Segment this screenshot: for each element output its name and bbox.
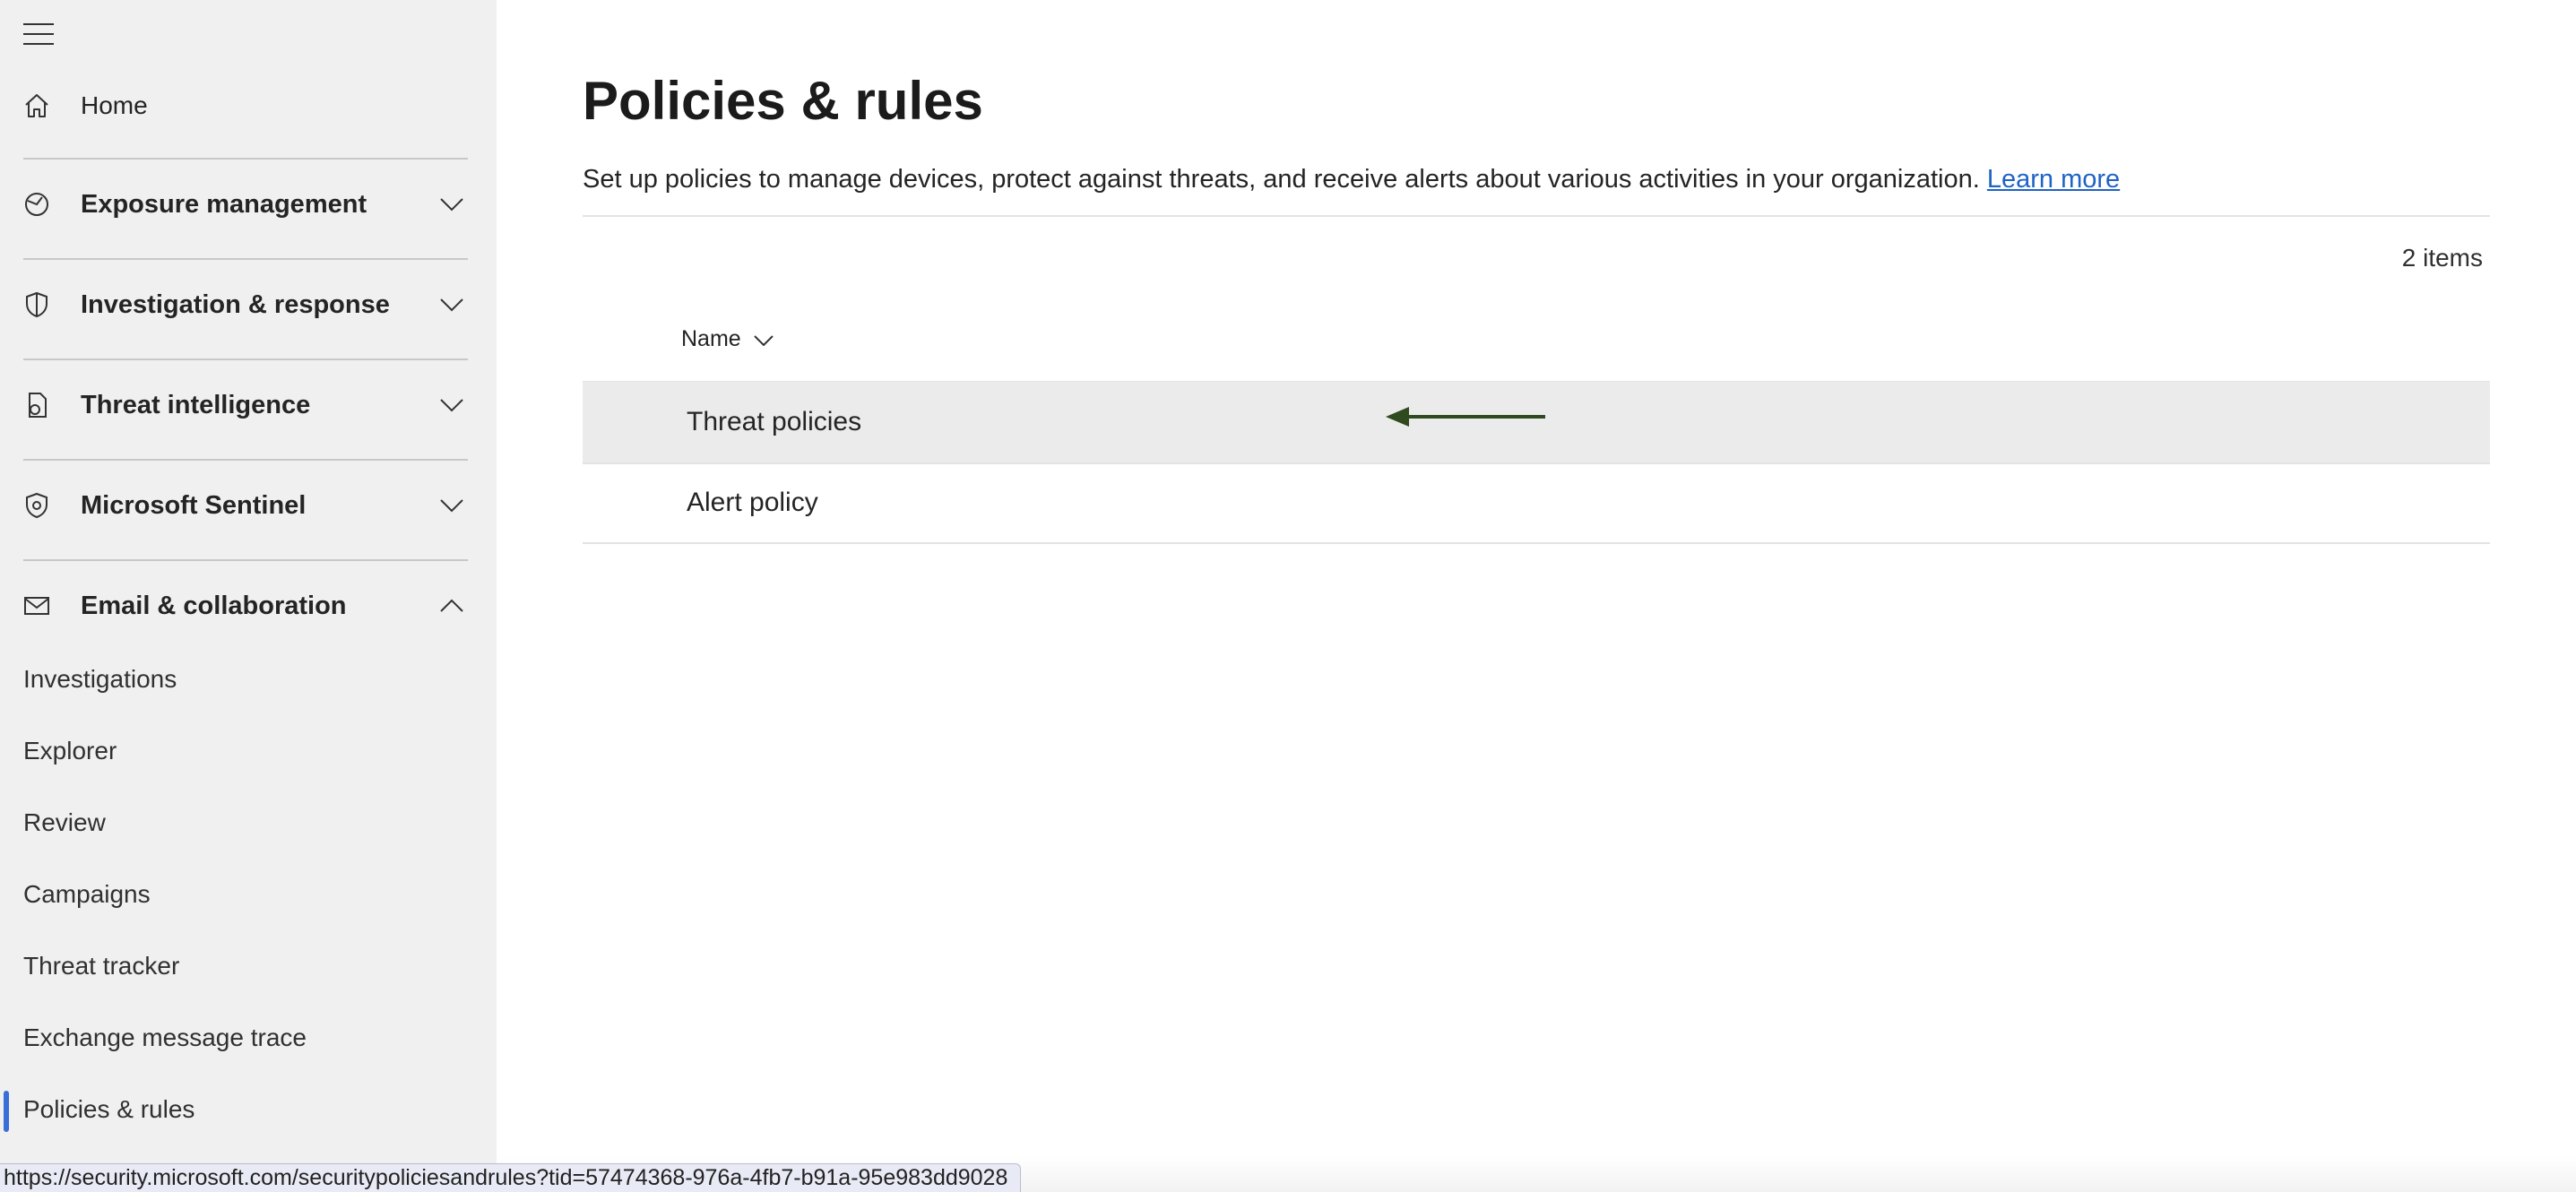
table-row-alert-policy[interactable]: Alert policy xyxy=(583,462,2490,543)
chevron-up-icon[interactable] xyxy=(437,592,466,620)
sidebar-item-campaigns[interactable]: Campaigns xyxy=(0,863,497,926)
items-count: 2 items xyxy=(2401,244,2483,272)
sidebar-section-exposure-management[interactable]: Exposure management xyxy=(0,168,497,240)
divider xyxy=(23,158,468,160)
sidebar-section-label: Email & collaboration xyxy=(81,591,347,620)
sentinel-icon xyxy=(22,490,52,521)
sidebar-item-label: Policies & rules xyxy=(23,1095,195,1123)
column-header-name[interactable]: Name xyxy=(681,326,774,352)
mail-icon xyxy=(22,591,52,621)
sidebar-section-investigation-response[interactable]: Investigation & response xyxy=(0,269,497,341)
description-text: Set up policies to manage devices, prote… xyxy=(583,165,1980,194)
hamburger-menu-icon[interactable] xyxy=(23,23,54,45)
row-label: Alert policy xyxy=(687,488,818,517)
home-icon xyxy=(22,91,52,121)
sidebar-section-label: Investigation & response xyxy=(81,289,390,319)
chevron-down-icon xyxy=(753,326,774,352)
page-description: Set up policies to manage devices, prote… xyxy=(583,165,2120,194)
chevron-down-icon[interactable] xyxy=(437,391,466,419)
sidebar-item-label: Explorer xyxy=(23,737,117,764)
learn-more-link[interactable]: Learn more xyxy=(1987,165,2120,194)
sidebar-item-label: Review xyxy=(23,808,106,836)
sidebar-item-label: Campaigns xyxy=(23,880,151,908)
annotation-arrow-icon xyxy=(1386,407,1545,427)
status-bar-url: https://security.microsoft.com/securityp… xyxy=(0,1163,1022,1192)
sidebar: Home Exposure management Investigation &… xyxy=(0,0,497,1192)
sidebar-item-label: Home xyxy=(81,91,148,119)
main-content: Policies & rules Set up policies to mana… xyxy=(497,0,2576,1192)
chevron-down-icon[interactable] xyxy=(437,190,466,219)
sidebar-item-review[interactable]: Review xyxy=(0,791,497,854)
sidebar-section-label: Exposure management xyxy=(81,189,367,219)
sidebar-item-label: Investigations xyxy=(23,665,177,693)
sidebar-section-label: Microsoft Sentinel xyxy=(81,490,307,520)
shield-icon xyxy=(22,289,52,320)
divider xyxy=(23,459,468,461)
chevron-down-icon[interactable] xyxy=(437,491,466,520)
row-label: Threat policies xyxy=(687,407,862,436)
divider xyxy=(23,358,468,360)
sidebar-section-label: Threat intelligence xyxy=(81,390,311,419)
sidebar-item-label: Exchange message trace xyxy=(23,1024,307,1051)
threat-intel-icon xyxy=(22,390,52,420)
sidebar-item-threat-tracker[interactable]: Threat tracker xyxy=(0,935,497,998)
sidebar-section-microsoft-sentinel[interactable]: Microsoft Sentinel xyxy=(0,470,497,541)
column-header-label: Name xyxy=(681,326,741,351)
active-indicator xyxy=(4,1091,9,1132)
chevron-down-icon[interactable] xyxy=(437,290,466,319)
divider xyxy=(583,542,2490,544)
sidebar-section-threat-intelligence[interactable]: Threat intelligence xyxy=(0,369,497,441)
sidebar-item-home[interactable]: Home xyxy=(0,70,497,142)
page-title: Policies & rules xyxy=(583,71,983,131)
divider xyxy=(583,215,2490,217)
sidebar-item-label: Threat tracker xyxy=(23,952,180,980)
sidebar-item-explorer[interactable]: Explorer xyxy=(0,720,497,782)
sidebar-section-email-collaboration[interactable]: Email & collaboration xyxy=(0,570,497,642)
sidebar-item-policies-rules[interactable]: Policies & rules xyxy=(0,1078,497,1141)
sidebar-item-investigations[interactable]: Investigations xyxy=(0,648,497,711)
exposure-icon xyxy=(22,189,52,220)
divider xyxy=(23,258,468,260)
divider xyxy=(23,559,468,561)
sidebar-item-exchange-message-trace[interactable]: Exchange message trace xyxy=(0,1006,497,1069)
